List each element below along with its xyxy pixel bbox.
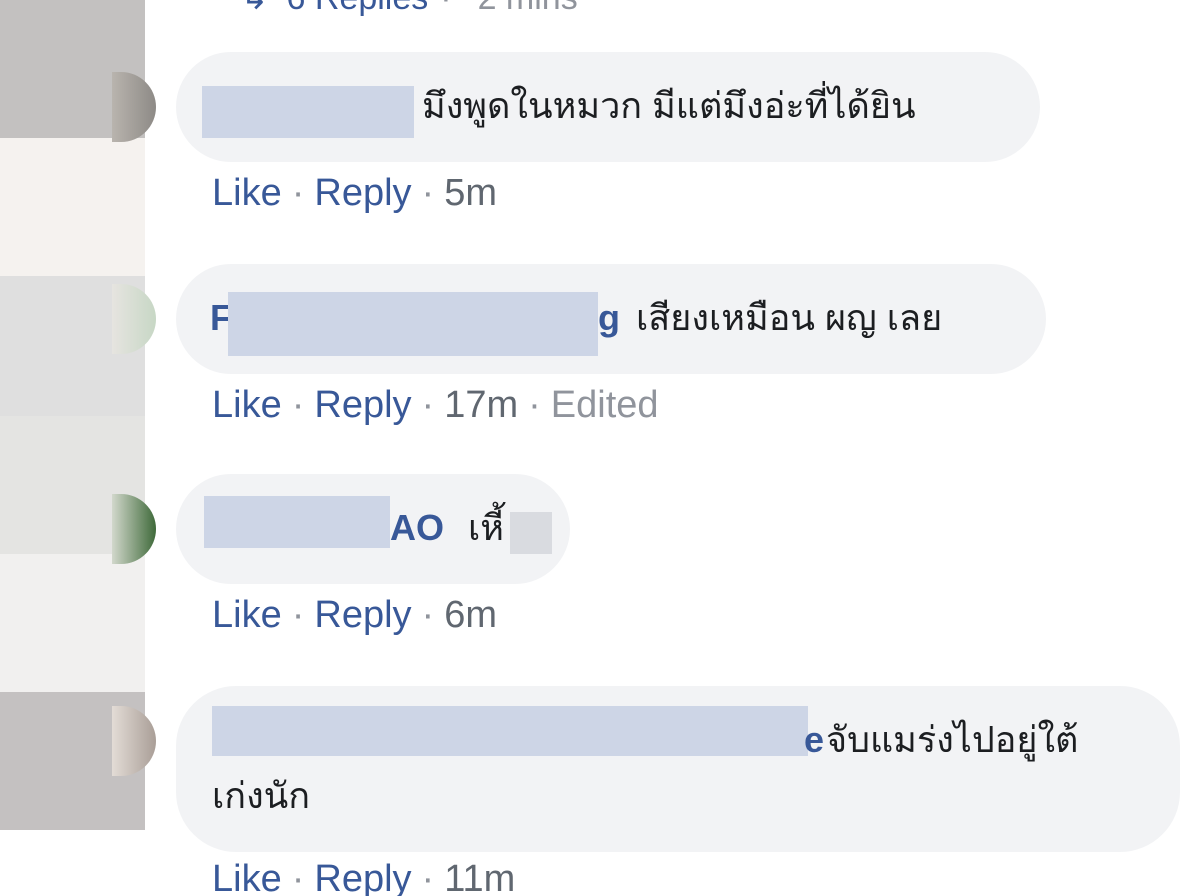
comment-timestamp[interactable]: 5m	[444, 172, 497, 214]
author-name-end[interactable]: AO	[390, 502, 444, 554]
like-button[interactable]: Like	[212, 384, 282, 426]
redacted-author-name[interactable]	[228, 292, 598, 356]
comment-actions: Like · Reply · 17m · Edited	[212, 384, 659, 426]
comment-text-line2: เก่งนัก	[212, 775, 311, 816]
comment-bubble: e จับแมร่งไปอยู่ใต้ เก่งนัก	[176, 686, 1180, 852]
reply-button[interactable]: Reply	[314, 172, 411, 214]
comment-timestamp[interactable]: 11m	[444, 858, 515, 896]
avatar[interactable]	[112, 706, 156, 776]
redacted-author-name[interactable]	[204, 496, 390, 548]
redacted-author-name[interactable]	[202, 86, 414, 138]
reply-button[interactable]: Reply	[314, 594, 411, 636]
comment-bubble: มึงพูดในหมวก มีแต่มึงอ่ะที่ได้ยิน	[176, 52, 1040, 162]
avatar[interactable]	[112, 72, 156, 142]
comment-actions: Like · Reply · 11m	[212, 858, 515, 896]
reply-arrow-icon: ↳	[240, 0, 269, 17]
avatar[interactable]	[112, 494, 156, 564]
author-name-end[interactable]: g	[598, 292, 620, 344]
view-replies-link[interactable]: ↳6 Replies·2 mins	[240, 0, 578, 18]
comment-timestamp[interactable]: 17m	[444, 384, 518, 426]
comment-bubble: AO เหี้	[176, 474, 570, 584]
redacted-text	[510, 512, 552, 554]
edited-label[interactable]: Edited	[551, 384, 659, 426]
redacted-author-name[interactable]	[212, 706, 808, 756]
comment-bubble: F g เสียงเหมือน ผญ เลย	[176, 264, 1046, 374]
comment-actions: Like · Reply · 6m	[212, 594, 497, 636]
comment-timestamp[interactable]: 6m	[444, 594, 497, 636]
comment-text: เสียงเหมือน ผญ เลย	[636, 297, 943, 338]
comment-text: จับแมร่งไปอยู่ใต้	[826, 719, 1079, 760]
avatar[interactable]	[112, 284, 156, 354]
comment-text: เหี้	[468, 507, 505, 548]
reply-button[interactable]: Reply	[314, 858, 411, 896]
author-name-end[interactable]: e	[804, 714, 824, 766]
comment-actions: Like · Reply · 5m	[212, 172, 497, 214]
comment-thread-view: ↳6 Replies·2 mins มึงพูดในหมวก มีแต่มึงอ…	[0, 0, 1200, 896]
comment-text: มึงพูดในหมวก มีแต่มึงอ่ะที่ได้ยิน	[422, 85, 916, 126]
reply-button[interactable]: Reply	[314, 384, 411, 426]
like-button[interactable]: Like	[212, 858, 282, 896]
like-button[interactable]: Like	[212, 172, 282, 214]
like-button[interactable]: Like	[212, 594, 282, 636]
